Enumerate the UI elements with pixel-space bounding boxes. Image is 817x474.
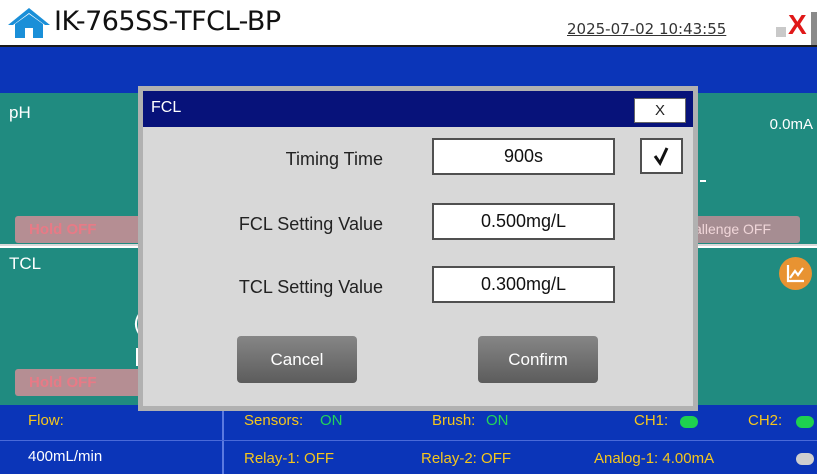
fcl-setting-input[interactable]: 0.500mg/L xyxy=(432,203,615,240)
timing-time-input[interactable]: 900s xyxy=(432,138,615,175)
challenge-button[interactable]: allenge OFF xyxy=(690,216,800,243)
datetime-display: 2025-07-02 10:43:55 xyxy=(567,20,727,38)
ch2-label: CH2: xyxy=(748,412,783,429)
tcl-setting-input[interactable]: 0.300mg/L xyxy=(432,266,615,303)
fcl-setting-label: FCL Setting Value xyxy=(238,214,383,234)
dialog-title-bar: FCL X xyxy=(143,91,693,127)
app-title: IK-765SS-TFCL-BP xyxy=(54,6,281,37)
tcl-label: TCL xyxy=(9,254,42,273)
trend-chart-button[interactable] xyxy=(779,257,812,290)
dialog-title: FCL xyxy=(151,99,182,116)
checkmark-icon xyxy=(653,147,669,166)
flow-value: 400mL/min xyxy=(28,448,103,465)
tcl-setting-label: TCL Setting Value xyxy=(238,277,383,297)
fcl-dialog: FCL X Timing Time 900s FCL Setting Value… xyxy=(138,86,698,411)
confirm-button[interactable]: Confirm xyxy=(478,336,598,383)
ph-label: pH xyxy=(9,103,31,122)
relay1-status: Relay-1: OFF xyxy=(244,450,335,467)
ch1-label: CH1: xyxy=(634,412,669,429)
status-led-gray-icon xyxy=(796,453,814,465)
analog1-status: Analog-1: 4.00mA xyxy=(594,450,715,467)
relay2-status: Relay-2: OFF xyxy=(421,450,512,467)
title-bar: IK-765SS-TFCL-BP 2025-07-02 10:43:55 X xyxy=(0,0,817,47)
title-edge xyxy=(811,12,817,47)
dialog-close-button[interactable]: X xyxy=(634,98,686,123)
sensors-state: ON xyxy=(320,412,343,429)
brush-state: ON xyxy=(486,412,509,429)
minimize-indicator xyxy=(776,27,786,37)
timing-time-label: Timing Time xyxy=(285,149,383,169)
ch2-led-icon xyxy=(796,416,814,428)
ph-value-fragment xyxy=(700,180,706,182)
ph-current-output: 0.0mA xyxy=(769,116,813,133)
close-app-button[interactable]: X xyxy=(788,9,810,41)
brush-label: Brush: xyxy=(432,412,476,429)
cancel-button[interactable]: Cancel xyxy=(237,336,357,383)
ch1-led-icon xyxy=(680,416,698,428)
flow-label: Flow: xyxy=(28,412,64,429)
tcl-hold-button[interactable]: Hold OFF xyxy=(15,369,155,396)
status-row-divider xyxy=(0,440,817,441)
ph-hold-button[interactable]: Hold OFF xyxy=(15,216,155,243)
timing-checkbox[interactable] xyxy=(640,138,683,174)
home-icon[interactable] xyxy=(6,5,52,39)
sensors-label: Sensors: xyxy=(244,412,304,429)
chart-line-icon xyxy=(786,265,804,283)
